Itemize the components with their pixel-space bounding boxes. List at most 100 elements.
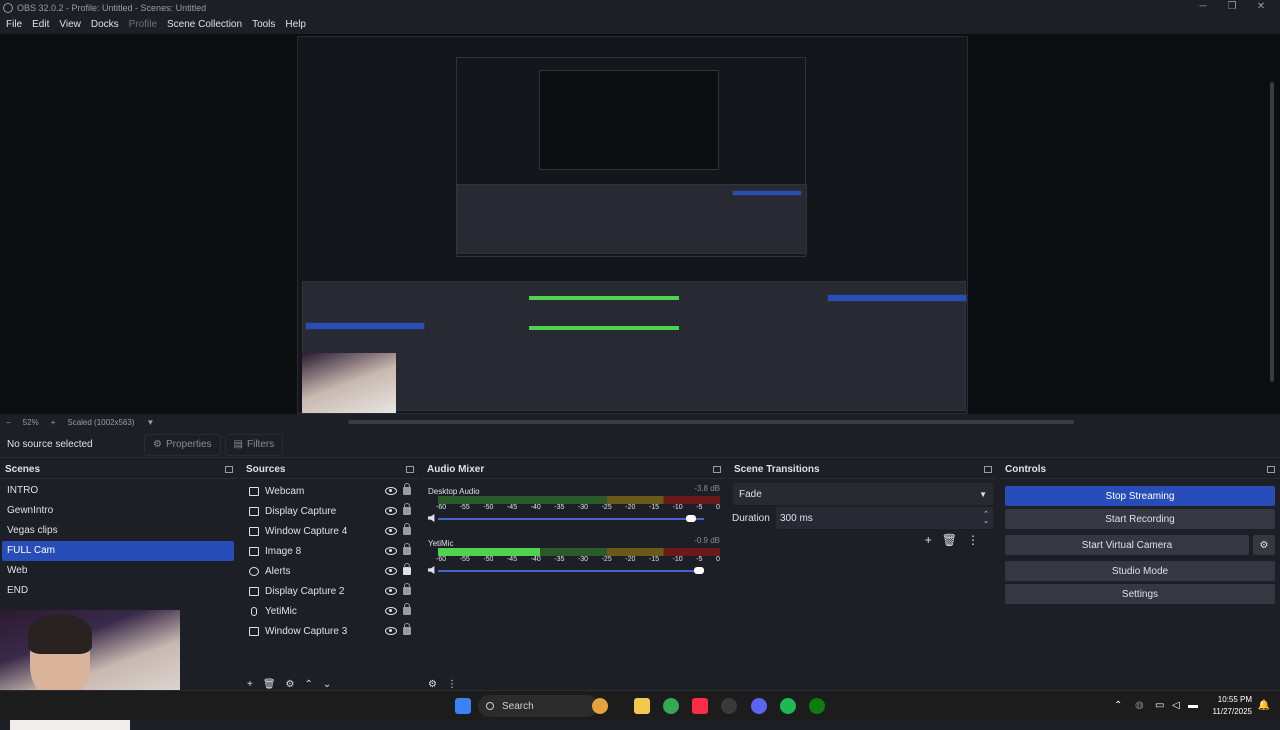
- duration-spinbox[interactable]: 300 ms ⌃ ⌄: [776, 507, 993, 529]
- menu-scene-collection[interactable]: Scene Collection: [167, 19, 242, 30]
- scene-item[interactable]: Vegas clips: [0, 521, 238, 541]
- battery-icon[interactable]: ▬: [1188, 700, 1198, 711]
- preview-scrollbar-vertical[interactable]: [1270, 82, 1274, 382]
- lock-icon[interactable]: [403, 623, 411, 635]
- add-source-icon[interactable]: +: [247, 679, 263, 690]
- visibility-eye-icon[interactable]: [385, 567, 397, 575]
- menu-help[interactable]: Help: [285, 19, 306, 30]
- obs-taskbar-icon[interactable]: [721, 698, 737, 714]
- menu-edit[interactable]: Edit: [32, 19, 49, 30]
- properties-button[interactable]: ⚙ Properties: [144, 433, 221, 456]
- menu-view[interactable]: View: [59, 19, 81, 30]
- mixer-settings-icon[interactable]: ⚙: [428, 679, 447, 690]
- add-transition-icon[interactable]: +: [925, 533, 942, 547]
- volume-slider[interactable]: [438, 518, 704, 520]
- transition-select[interactable]: Fade ▼: [733, 483, 993, 505]
- undock-icon[interactable]: [406, 466, 414, 473]
- windows-start-icon[interactable]: [455, 698, 471, 714]
- widget-icon[interactable]: [592, 698, 608, 714]
- filters-button[interactable]: ▤ Filters: [224, 433, 284, 456]
- visibility-eye-icon[interactable]: [385, 507, 397, 515]
- volume-slider-handle[interactable]: [686, 515, 697, 522]
- zoom-dropdown-icon[interactable]: ▼: [147, 418, 155, 427]
- lock-icon[interactable]: [403, 483, 411, 495]
- menu-docks[interactable]: Docks: [91, 19, 119, 30]
- remove-transition-icon[interactable]: 🗑: [942, 533, 967, 547]
- preview-canvas[interactable]: [297, 36, 968, 414]
- visibility-eye-icon[interactable]: [385, 607, 397, 615]
- spotify-icon[interactable]: [780, 698, 796, 714]
- clock[interactable]: 10:55 PM 11/27/2025: [1213, 694, 1252, 718]
- visibility-eye-icon[interactable]: [385, 627, 397, 635]
- stop-streaming-button[interactable]: Stop Streaming: [1005, 486, 1275, 506]
- lock-icon[interactable]: [403, 543, 411, 555]
- source-label: Display Capture: [265, 505, 337, 517]
- lock-icon[interactable]: [403, 503, 411, 515]
- volume-slider[interactable]: [438, 570, 704, 572]
- remove-source-icon[interactable]: 🗑: [263, 679, 286, 690]
- zoom-out-icon[interactable]: −: [6, 418, 11, 427]
- visibility-eye-icon[interactable]: [385, 487, 397, 495]
- tick-label: -15: [648, 556, 660, 563]
- visibility-eye-icon[interactable]: [385, 547, 397, 555]
- speaker-icon[interactable]: [428, 566, 435, 574]
- speaker-icon[interactable]: [428, 514, 435, 522]
- chrome-icon[interactable]: [663, 698, 679, 714]
- scene-item[interactable]: Web: [0, 561, 238, 581]
- studio-mode-button[interactable]: Studio Mode: [1005, 561, 1275, 581]
- scene-item[interactable]: INTRO: [0, 481, 238, 501]
- volume-slider-handle[interactable]: [694, 567, 704, 574]
- lock-icon-locked[interactable]: [403, 563, 411, 575]
- scene-item[interactable]: GewnIntro: [0, 501, 238, 521]
- menu-tools[interactable]: Tools: [252, 19, 275, 30]
- microphone-tray-icon[interactable]: ◍: [1135, 700, 1144, 711]
- start-recording-button[interactable]: Start Recording: [1005, 509, 1275, 529]
- preview-area[interactable]: [0, 34, 1280, 414]
- music-icon[interactable]: [692, 698, 708, 714]
- undock-icon[interactable]: [225, 466, 233, 473]
- source-item[interactable]: Image 8: [241, 541, 419, 561]
- close-icon[interactable]: ✕: [1244, 0, 1278, 14]
- scene-item[interactable]: END: [0, 581, 238, 601]
- meter-ticks: -60 -55 -50 -45 -40 -35 -30 -25 -20 -15 -10 -5 0: [436, 504, 720, 511]
- notification-bell-icon[interactable]: 🔔: [1258, 700, 1270, 711]
- source-item[interactable]: Alerts: [241, 561, 419, 581]
- source-item[interactable]: Window Capture 3: [241, 621, 419, 641]
- xbox-icon[interactable]: [809, 698, 825, 714]
- file-explorer-icon[interactable]: [634, 698, 650, 714]
- zoom-in-icon[interactable]: +: [51, 418, 56, 427]
- transition-menu-icon[interactable]: ⋮: [967, 533, 989, 547]
- mixer-toolbar: ⚙⋮: [428, 679, 467, 690]
- menu-profile[interactable]: Profile: [129, 19, 157, 30]
- sources-title: Sources: [246, 464, 286, 475]
- lock-icon[interactable]: [403, 603, 411, 615]
- undock-icon[interactable]: [1267, 466, 1275, 473]
- source-settings-icon[interactable]: ⚙: [286, 679, 305, 690]
- lock-icon[interactable]: [403, 523, 411, 535]
- settings-button[interactable]: Settings: [1005, 584, 1275, 604]
- source-item[interactable]: Display Capture: [241, 501, 419, 521]
- network-icon[interactable]: ▭: [1155, 700, 1164, 711]
- source-item[interactable]: Display Capture 2: [241, 581, 419, 601]
- undock-icon[interactable]: [713, 466, 721, 473]
- tray-chevron-up-icon[interactable]: ⌃: [1114, 700, 1122, 711]
- spin-arrows-icon[interactable]: ⌃ ⌄: [983, 511, 989, 525]
- source-item[interactable]: Window Capture 4: [241, 521, 419, 541]
- start-virtual-camera-button[interactable]: Start Virtual Camera: [1005, 535, 1249, 555]
- volume-icon[interactable]: ◁: [1172, 700, 1180, 711]
- taskbar-search[interactable]: Search: [478, 695, 598, 717]
- menu-file[interactable]: File: [6, 19, 22, 30]
- lock-icon[interactable]: [403, 583, 411, 595]
- move-up-icon[interactable]: ⌃: [305, 679, 323, 690]
- source-item[interactable]: Webcam: [241, 481, 419, 501]
- mixer-menu-icon[interactable]: ⋮: [447, 679, 467, 690]
- move-down-icon[interactable]: ⌄: [323, 679, 341, 690]
- preview-scrollbar-horizontal[interactable]: [348, 420, 1074, 424]
- visibility-eye-icon[interactable]: [385, 587, 397, 595]
- visibility-eye-icon[interactable]: [385, 527, 397, 535]
- virtual-camera-settings-icon[interactable]: ⚙: [1253, 535, 1275, 555]
- scene-item-active[interactable]: FULL Cam: [2, 541, 234, 561]
- discord-icon[interactable]: [751, 698, 767, 714]
- source-item[interactable]: YetiMic: [241, 601, 419, 621]
- undock-icon[interactable]: [984, 466, 992, 473]
